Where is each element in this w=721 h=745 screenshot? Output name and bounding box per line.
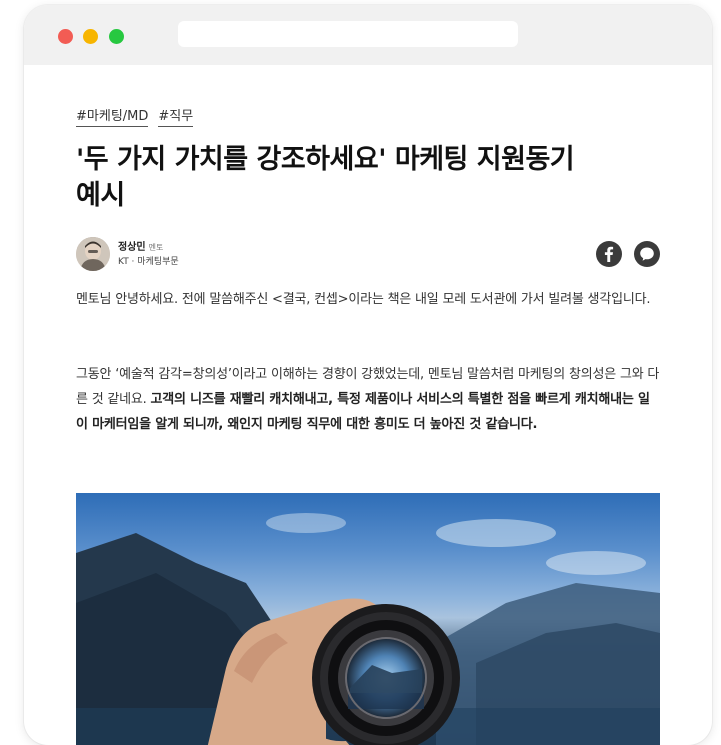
author-name-text: 정상민 xyxy=(118,242,146,253)
author-block: 정상민 멘토 KT · 마케팅부문 xyxy=(76,237,660,273)
browser-titlebar xyxy=(24,5,712,65)
article-title: '두 가지 가치를 강조하세요' 마케팅 지원동기 예시 xyxy=(76,142,660,214)
talk-share-button[interactable] xyxy=(634,241,660,267)
paragraph-2-emphasis: 고객의 니즈를 재빨리 캐치해내고, 특정 제품이나 서비스의 특별한 점을 빠… xyxy=(76,392,650,432)
tag-marketing-md[interactable]: #마케팅/MD xyxy=(76,105,149,127)
share-buttons xyxy=(596,241,660,267)
tag-job[interactable]: #직무 xyxy=(158,105,194,127)
avatar[interactable] xyxy=(76,237,110,271)
article-paragraph-1: 멘토님 안녕하세요. 전에 말씀해주신 <결국, 컨셉>이라는 책은 내일 모레… xyxy=(76,292,651,307)
facebook-share-button[interactable] xyxy=(596,241,622,267)
maximize-window-dot[interactable] xyxy=(109,29,124,44)
speech-bubble-icon xyxy=(640,247,654,261)
article-image xyxy=(76,493,660,745)
avatar-photo-icon xyxy=(76,237,110,271)
close-window-dot[interactable] xyxy=(58,29,73,44)
article-title-line1: '두 가지 가치를 강조하세요' 마케팅 지원동기 xyxy=(76,144,575,175)
tag-list: #마케팅/MD #직무 xyxy=(76,105,203,127)
browser-window: #마케팅/MD #직무 '두 가지 가치를 강조하세요' 마케팅 지원동기 예시 … xyxy=(24,5,712,745)
address-bar[interactable] xyxy=(178,21,518,47)
article-title-line2: 예시 xyxy=(76,180,125,211)
author-role: 멘토 xyxy=(148,243,164,252)
author-name[interactable]: 정상민 멘토 xyxy=(118,238,163,253)
article-paragraph-2: 그동안 ‘예술적 감각=창의성’이라고 이해하는 경향이 강했었는데, 멘토님 … xyxy=(76,362,660,437)
facebook-icon xyxy=(604,246,614,262)
minimize-window-dot[interactable] xyxy=(83,29,98,44)
lens-lake-photo xyxy=(76,513,660,745)
author-organization: KT · 마케팅부문 xyxy=(118,257,179,267)
